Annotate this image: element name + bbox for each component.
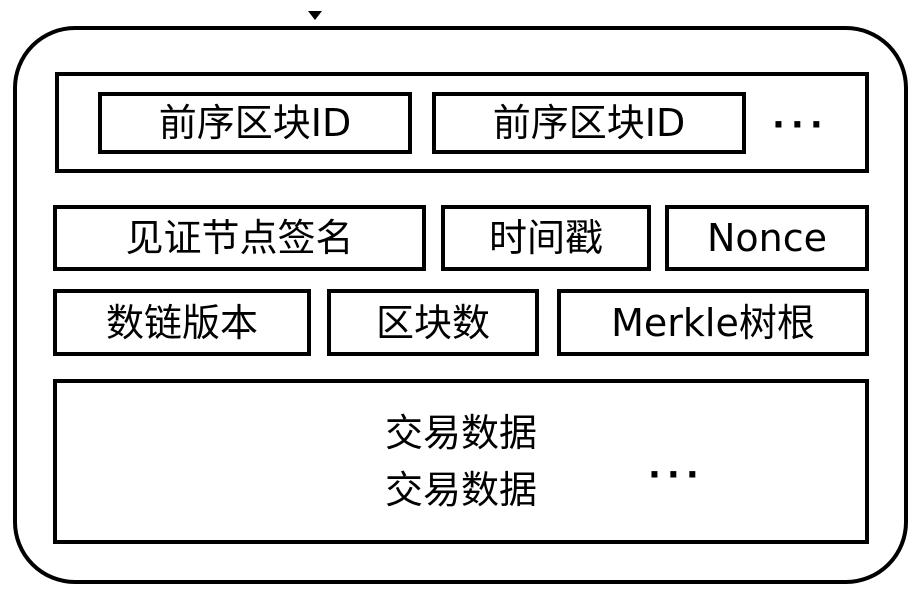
witness-signature-label: 见证节点签名 — [125, 216, 354, 260]
prev-block-id-label-1: 前序区块ID — [158, 101, 352, 145]
timestamp-label: 时间戳 — [488, 216, 603, 260]
prev-block-id-box-2: 前序区块ID — [432, 92, 746, 154]
prev-block-id-label-2: 前序区块ID — [492, 101, 686, 145]
nonce-box: Nonce — [665, 205, 869, 271]
triangle-down-marker-icon — [308, 11, 322, 20]
chain-version-label: 数链版本 — [105, 300, 258, 345]
prev-block-id-box-1: 前序区块ID — [98, 92, 412, 154]
timestamp-box: 时间戳 — [441, 205, 651, 271]
chain-version-box: 数链版本 — [53, 289, 311, 356]
transaction-data-label-2: 交易数据 — [384, 468, 537, 512]
block-count-label: 区块数 — [375, 300, 490, 345]
nonce-label: Nonce — [706, 216, 828, 260]
prev-block-id-ellipsis: ··· — [772, 105, 829, 145]
block-count-box: 区块数 — [327, 289, 539, 356]
transaction-data-ellipsis: ··· — [648, 455, 705, 495]
transaction-data-lines: 交易数据 交易数据 — [57, 405, 865, 519]
merkle-root-box: Merkle树根 — [557, 289, 869, 356]
witness-signature-box: 见证节点签名 — [53, 205, 426, 271]
diagram-canvas: 前序区块ID 前序区块ID ··· 见证节点签名 时间戳 Nonce 数链版本 … — [0, 0, 923, 603]
merkle-root-label: Merkle树根 — [611, 300, 815, 345]
transaction-data-label-1: 交易数据 — [384, 411, 537, 455]
transaction-data-container: 交易数据 交易数据 — [53, 379, 869, 544]
